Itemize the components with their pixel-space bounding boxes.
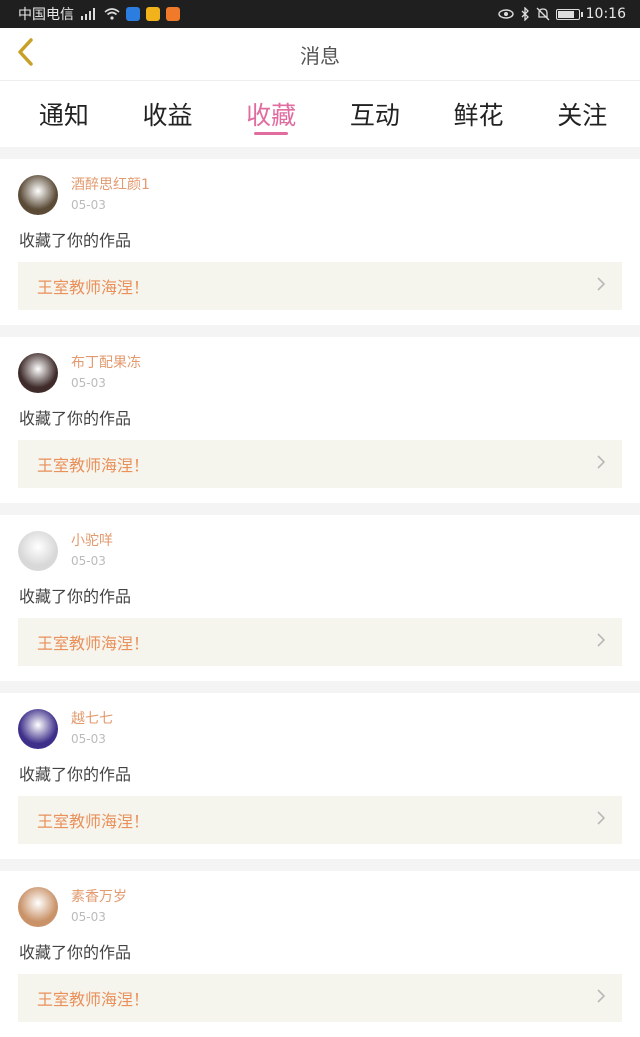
- chevron-right-icon: [596, 276, 606, 296]
- tab-label: 通知: [38, 101, 89, 130]
- tab-bar: 通知 收益 收藏 互动 鲜花 关注: [0, 81, 640, 147]
- chevron-left-icon: [16, 37, 36, 71]
- work-link[interactable]: 王室教师海涅！: [18, 796, 622, 844]
- tab-interactions[interactable]: 互动: [323, 81, 427, 147]
- action-text: 收藏了你的作品: [19, 943, 132, 962]
- chevron-right-icon: [596, 632, 606, 652]
- tab-label: 鲜花: [453, 101, 504, 130]
- avatar[interactable]: [18, 175, 58, 215]
- work-title: 王室教师海涅！: [37, 634, 150, 653]
- tab-label: 关注: [557, 101, 608, 130]
- work-title: 王室教师海涅！: [37, 812, 150, 831]
- avatar[interactable]: [18, 353, 58, 393]
- list-item: 酒醉思红颜1 05-03 收藏了你的作品 王室教师海涅！: [0, 159, 640, 325]
- tab-label: 收益: [142, 101, 193, 130]
- user-name[interactable]: 越七七: [71, 710, 113, 728]
- tab-notifications[interactable]: 通知: [12, 81, 116, 147]
- status-right: 10:16: [497, 6, 626, 22]
- wifi-icon: [104, 8, 120, 20]
- notification-list: 酒醉思红颜1 05-03 收藏了你的作品 王室教师海涅！ 布丁配果冻 05-03…: [0, 147, 640, 1037]
- user-name[interactable]: 布丁配果冻: [71, 354, 141, 372]
- bell-muted-icon: [536, 7, 550, 21]
- list-item: 小驼咩 05-03 收藏了你的作品 王室教师海涅！: [0, 515, 640, 681]
- nav-bar: 消息: [0, 28, 640, 81]
- date-label: 05-03: [71, 376, 106, 390]
- avatar[interactable]: [18, 531, 58, 571]
- app-notification-icon: [166, 7, 180, 21]
- chevron-right-icon: [596, 988, 606, 1008]
- tab-label: 收藏: [246, 101, 297, 130]
- action-text: 收藏了你的作品: [19, 231, 132, 250]
- work-link[interactable]: 王室教师海涅！: [18, 618, 622, 666]
- date-label: 05-03: [71, 732, 106, 746]
- page-title: 消息: [300, 43, 340, 68]
- action-text: 收藏了你的作品: [19, 587, 132, 606]
- tab-follows[interactable]: 关注: [530, 81, 634, 147]
- list-item: 素香万岁 05-03 收藏了你的作品 王室教师海涅！: [0, 871, 640, 1037]
- date-label: 05-03: [71, 910, 106, 924]
- work-link[interactable]: 王室教师海涅！: [18, 440, 622, 488]
- work-link[interactable]: 王室教师海涅！: [18, 262, 622, 310]
- tab-favorites[interactable]: 收藏: [219, 81, 323, 147]
- user-name[interactable]: 素香万岁: [71, 888, 127, 906]
- clock-time: 10:16: [585, 6, 626, 22]
- list-item: 布丁配果冻 05-03 收藏了你的作品 王室教师海涅！: [0, 337, 640, 503]
- bluetooth-icon: [520, 7, 530, 21]
- signal-icon: [80, 8, 98, 20]
- date-label: 05-03: [71, 554, 106, 568]
- date-label: 05-03: [71, 198, 106, 212]
- action-text: 收藏了你的作品: [19, 409, 132, 428]
- tab-flowers[interactable]: 鲜花: [427, 81, 531, 147]
- shield-app-icon: [126, 7, 140, 21]
- list-item: 越七七 05-03 收藏了你的作品 王室教师海涅！: [0, 693, 640, 859]
- tab-label: 互动: [349, 101, 400, 130]
- work-title: 王室教师海涅！: [37, 278, 150, 297]
- user-name[interactable]: 小驼咩: [71, 532, 113, 550]
- user-name[interactable]: 酒醉思红颜1: [71, 176, 150, 194]
- eye-icon: [497, 9, 514, 19]
- back-button[interactable]: [10, 38, 42, 70]
- carrier-label: 中国电信: [18, 7, 74, 23]
- status-left: 中国电信: [18, 4, 180, 24]
- action-text: 收藏了你的作品: [19, 765, 132, 784]
- chevron-right-icon: [596, 454, 606, 474]
- work-title: 王室教师海涅！: [37, 456, 150, 475]
- status-bar: 中国电信 10:16: [0, 0, 640, 28]
- work-link[interactable]: 王室教师海涅！: [18, 974, 622, 1022]
- battery-icon: [555, 8, 583, 20]
- work-title: 王室教师海涅！: [37, 990, 150, 1009]
- tab-earnings[interactable]: 收益: [116, 81, 220, 147]
- avatar[interactable]: [18, 887, 58, 927]
- chevron-right-icon: [596, 810, 606, 830]
- avatar[interactable]: [18, 709, 58, 749]
- app-notification-icon: [146, 7, 160, 21]
